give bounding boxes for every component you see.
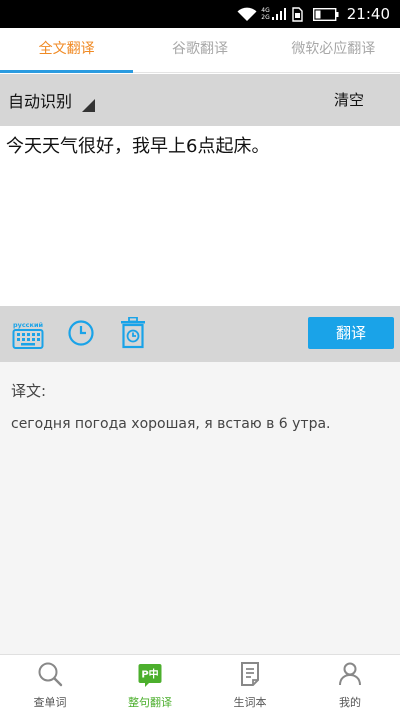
translation-result: 译文: сегодня погода хорошая, я встаю в 6 … bbox=[0, 362, 400, 654]
tab-bing-translate[interactable]: 微软必应翻译 bbox=[267, 28, 400, 72]
signal-icon bbox=[271, 7, 288, 21]
result-label: 译文: bbox=[11, 382, 47, 400]
nav-item-profile[interactable]: 我的 bbox=[300, 655, 400, 711]
nav-item-sentence-translate[interactable]: P中 整句翻译 bbox=[100, 655, 200, 711]
notebook-icon bbox=[237, 661, 263, 691]
source-language-label: 自动识别 bbox=[8, 92, 73, 111]
keyboard-icon[interactable]: русский bbox=[12, 320, 44, 354]
nav-item-vocabulary-book[interactable]: 生词本 bbox=[200, 655, 300, 711]
nav-item-lookup-word[interactable]: 查单词 bbox=[0, 655, 100, 711]
status-icons: 4G 2G 21:40 bbox=[237, 0, 390, 28]
sim-card-icon bbox=[292, 6, 303, 22]
search-icon bbox=[37, 661, 63, 691]
status-time: 21:40 bbox=[346, 5, 390, 23]
result-text: сегодня погода хорошая, я встаю в 6 утра… bbox=[11, 416, 331, 432]
bottom-navigation: 查单词 P中 整句翻译 生词本 我的 bbox=[0, 654, 400, 711]
clear-button[interactable]: 清空 bbox=[334, 74, 364, 126]
translation-tabs: 全文翻译 谷歌翻译 微软必应翻译 bbox=[0, 28, 400, 73]
nav-label-lookup-word: 查单词 bbox=[33, 696, 67, 709]
tab-full-text-translate[interactable]: 全文翻译 bbox=[0, 28, 134, 73]
nav-label-vocabulary-book: 生词本 bbox=[233, 696, 267, 709]
keyboard-language-label: русский bbox=[13, 321, 44, 329]
sentence-translate-icon: P中 bbox=[137, 661, 163, 691]
source-text-input[interactable]: 今天天气很好，我早上6点起床。 bbox=[0, 126, 400, 306]
nav-label-sentence-translate: 整句翻译 bbox=[128, 696, 172, 709]
dropdown-triangle-icon bbox=[82, 98, 96, 112]
history-delete-icon[interactable] bbox=[119, 316, 147, 353]
battery-icon bbox=[312, 7, 339, 21]
tab-google-translate[interactable]: 谷歌翻译 bbox=[133, 28, 266, 72]
profile-icon bbox=[337, 661, 363, 691]
history-clock-icon[interactable] bbox=[67, 319, 95, 351]
language-row: 自动识别 清空 bbox=[0, 74, 400, 126]
network-type-label: 4G 2G bbox=[261, 7, 270, 21]
wifi-icon bbox=[237, 6, 257, 22]
source-language-select[interactable]: 自动识别 bbox=[8, 74, 96, 126]
translate-button[interactable]: 翻译 bbox=[308, 317, 394, 349]
nav-label-profile: 我的 bbox=[339, 696, 361, 709]
sentence-translate-icon-text: P中 bbox=[141, 668, 158, 681]
status-bar: 4G 2G 21:40 bbox=[0, 0, 400, 28]
